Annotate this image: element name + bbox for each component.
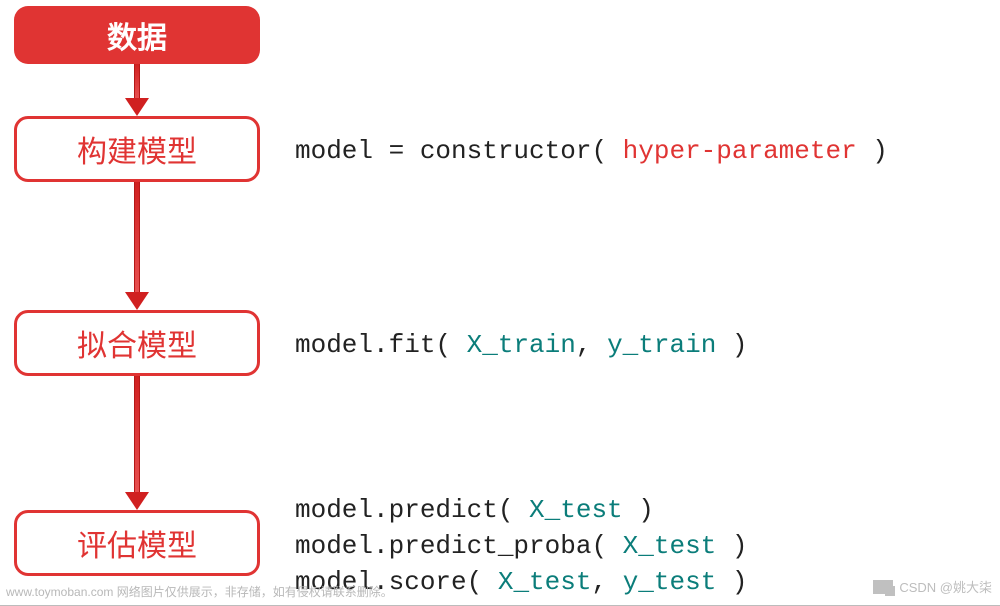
code-text: model = constructor( — [295, 136, 623, 166]
data-start-box: 数据 — [14, 6, 260, 64]
code-text: , — [576, 330, 607, 360]
fit-model-box: 拟合模型 — [14, 310, 260, 376]
code-text: ) — [716, 531, 747, 561]
code-constructor: model = constructor( hyper-parameter ) — [295, 136, 888, 166]
code-text: ) — [623, 495, 654, 525]
watermark-icon — [873, 580, 893, 594]
step-label: 拟合模型 — [77, 321, 197, 365]
code-param: X_train — [467, 330, 576, 360]
code-text: model.fit( — [295, 330, 467, 360]
data-label: 数据 — [107, 13, 167, 57]
code-text: model.predict_proba( — [295, 531, 623, 561]
code-text: ) — [716, 567, 747, 597]
code-text: , — [591, 567, 622, 597]
code-text: model.predict( — [295, 495, 529, 525]
step-label: 构建模型 — [77, 127, 197, 171]
evaluate-model-box: 评估模型 — [14, 510, 260, 576]
arrow-icon — [132, 376, 142, 510]
code-line: model.predict_proba( X_test ) — [295, 528, 748, 564]
code-text: ) — [716, 330, 747, 360]
code-param: X_test — [623, 531, 717, 561]
code-text: ) — [857, 136, 888, 166]
watermark-right: CSDN @姚大柒 — [873, 577, 992, 596]
code-param: X_test — [498, 567, 592, 597]
arrow-icon — [132, 182, 142, 310]
code-param: y_test — [623, 567, 717, 597]
watermark-left: www.toymoban.com 网络图片仅供展示，非存储，如有侵权请联系删除。 — [6, 583, 393, 600]
code-param: hyper-parameter — [623, 136, 857, 166]
code-fit: model.fit( X_train, y_train ) — [295, 330, 748, 360]
code-param: y_train — [607, 330, 716, 360]
build-model-box: 构建模型 — [14, 116, 260, 182]
code-line: model.predict( X_test ) — [295, 492, 748, 528]
step-label: 评估模型 — [77, 521, 197, 565]
code-param: X_test — [529, 495, 623, 525]
arrow-icon — [132, 64, 142, 116]
watermark-text: CSDN @姚大柒 — [899, 577, 992, 596]
